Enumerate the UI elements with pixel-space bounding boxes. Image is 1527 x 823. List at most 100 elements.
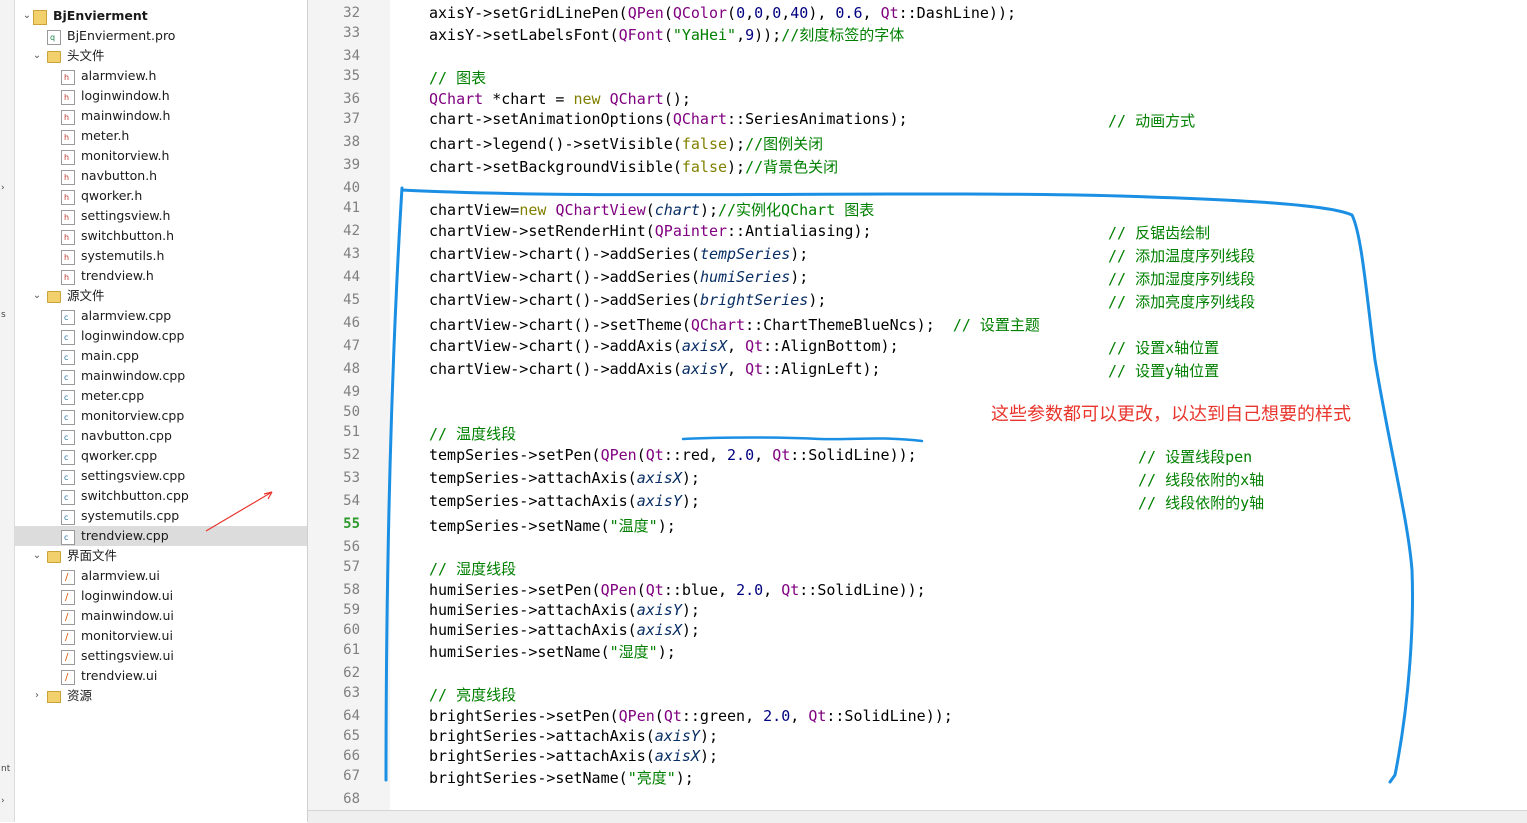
- trailing-comment: // 设置线段pen: [1138, 448, 1253, 466]
- red-annotation-text: 这些参数都可以更改，以达到自己想要的样式: [991, 404, 1351, 425]
- tree-item-settingsview-cpp[interactable]: settingsview.cpp: [15, 466, 307, 488]
- tree-item-monitorview-ui[interactable]: monitorview.ui: [15, 626, 307, 648]
- chevron-down-icon[interactable]: ⌄: [31, 46, 43, 66]
- line-number: 38: [343, 134, 360, 150]
- code-line[interactable]: QChart *chart = new QChart();: [429, 90, 691, 108]
- trailing-comment: // 添加温度序列线段: [1108, 247, 1256, 265]
- tree-item-switchbutton-cpp[interactable]: switchbutton.cpp: [15, 486, 307, 508]
- code-line[interactable]: humiSeries->attachAxis(axisY);: [429, 601, 700, 619]
- chevron-down-icon[interactable]: ⌄: [31, 546, 43, 566]
- tree-item-label: monitorview.cpp: [81, 408, 185, 423]
- tree-item-bjenvierment-pro[interactable]: BjEnvierment.pro: [15, 26, 307, 48]
- code-line[interactable]: chartView->chart()->addSeries(tempSeries…: [429, 245, 808, 263]
- tree-item-meter-cpp[interactable]: meter.cpp: [15, 386, 307, 408]
- code-line[interactable]: chart->setAnimationOptions(QChart::Serie…: [429, 110, 908, 128]
- left-strip-arrow-icon-2[interactable]: ›: [1, 796, 5, 806]
- tree-item-alarmview-cpp[interactable]: alarmview.cpp: [15, 306, 307, 328]
- tree-item-settingsview-h[interactable]: settingsview.h: [15, 206, 307, 228]
- tree-item-systemutils-h[interactable]: systemutils.h: [15, 246, 307, 268]
- tree-item-label: monitorview.h: [81, 148, 170, 163]
- line-number: 57: [343, 559, 360, 575]
- tree-item-mainwindow-h[interactable]: mainwindow.h: [15, 106, 307, 128]
- tree-item-label: main.cpp: [81, 348, 139, 363]
- tree-item-loginwindow-cpp[interactable]: loginwindow.cpp: [15, 326, 307, 348]
- code-line[interactable]: brightSeries->attachAxis(axisY);: [429, 727, 718, 745]
- code-line[interactable]: tempSeries->setName("温度");: [429, 515, 676, 536]
- tree-item-label: BjEnvierment: [53, 8, 148, 23]
- code-line[interactable]: chartView->chart()->addSeries(brightSeri…: [429, 291, 826, 309]
- code-line[interactable]: tempSeries->setPen(QPen(Qt::red, 2.0, Qt…: [429, 446, 917, 464]
- tree-folder-item[interactable]: ⌄ 头文件: [15, 46, 307, 66]
- line-number: 36: [343, 91, 360, 107]
- left-strip-arrow-icon[interactable]: ›: [1, 183, 5, 193]
- code-line[interactable]: chartView->chart()->addAxis(axisY, Qt::A…: [429, 360, 881, 378]
- cpp-file-icon: [61, 388, 75, 408]
- code-editor[interactable]: 32 33 34 35 36 37 38 39 40 41 42 43 44 45 46 47 48 49 50 51…: [308, 0, 1527, 822]
- line-number: 67: [343, 768, 360, 784]
- header-file-icon: [61, 188, 75, 208]
- tree-item-settingsview-ui[interactable]: settingsview.ui: [15, 646, 307, 668]
- header-file-icon: [61, 88, 75, 108]
- code-line[interactable]: // 亮度线段: [429, 684, 516, 705]
- tree-folder-item[interactable]: ⌄ 源文件: [15, 286, 307, 306]
- code-line[interactable]: brightSeries->setPen(QPen(Qt::green, 2.0…: [429, 707, 953, 725]
- tree-item-label: alarmview.h: [81, 68, 157, 83]
- tree-item-alarmview-ui[interactable]: alarmview.ui: [15, 566, 307, 588]
- tree-item-meter-h[interactable]: meter.h: [15, 126, 307, 148]
- code-line[interactable]: brightSeries->setName("亮度");: [429, 767, 694, 788]
- code-line[interactable]: // 湿度线段: [429, 558, 516, 579]
- pro-file-icon: [47, 28, 61, 48]
- tree-item-qworker-h[interactable]: qworker.h: [15, 186, 307, 208]
- code-line[interactable]: tempSeries->attachAxis(axisX);: [429, 469, 700, 487]
- code-line[interactable]: tempSeries->attachAxis(axisY);: [429, 492, 700, 510]
- code-line[interactable]: chart->legend()->setVisible(false);//图例关…: [429, 133, 823, 154]
- tree-item-qworker-cpp[interactable]: qworker.cpp: [15, 446, 307, 468]
- code-line[interactable]: chartView->chart()->setTheme(QChart::Cha…: [429, 314, 1040, 335]
- code-line[interactable]: chartView->setRenderHint(QPainter::Antia…: [429, 222, 872, 240]
- chevron-right-icon[interactable]: ›: [31, 686, 43, 706]
- tree-item-mainwindow-cpp[interactable]: mainwindow.cpp: [15, 366, 307, 388]
- trailing-comment: // 设置y轴位置: [1108, 362, 1220, 380]
- tree-item-navbutton-cpp[interactable]: navbutton.cpp: [15, 426, 307, 448]
- code-line[interactable]: chartView=new QChartView(chart);//实例化QCh…: [429, 199, 874, 220]
- tree-item-monitorview-h[interactable]: monitorview.h: [15, 146, 307, 168]
- tree-item-label: 头文件: [67, 48, 105, 63]
- code-line[interactable]: axisY->setLabelsFont(QFont("YaHei",9));/…: [429, 24, 904, 45]
- cpp-file-icon: [61, 348, 75, 368]
- code-line[interactable]: chartView->chart()->addAxis(axisX, Qt::A…: [429, 337, 899, 355]
- chevron-down-icon[interactable]: ⌄: [31, 286, 43, 306]
- line-number: 34: [343, 48, 360, 64]
- tree-item-label: mainwindow.ui: [81, 608, 174, 623]
- tree-item-navbutton-h[interactable]: navbutton.h: [15, 166, 307, 188]
- code-line[interactable]: brightSeries->attachAxis(axisX);: [429, 747, 718, 765]
- tree-folder-item[interactable]: ⌄ 界面文件: [15, 546, 307, 566]
- tree-item-monitorview-cpp[interactable]: monitorview.cpp: [15, 406, 307, 428]
- tree-folder-item[interactable]: › 资源: [15, 686, 307, 706]
- tree-item-label: monitorview.ui: [81, 628, 173, 643]
- tree-item-trendview-cpp[interactable]: trendview.cpp: [15, 526, 307, 548]
- tree-item-switchbutton-h[interactable]: switchbutton.h: [15, 226, 307, 248]
- chevron-down-icon[interactable]: ⌄: [21, 6, 33, 26]
- line-number: 68: [343, 791, 360, 807]
- project-tree: ⌄ BjEnvierment BjEnvierment.pro ⌄ 头文件 alarmvi…: [15, 0, 308, 822]
- code-line[interactable]: // 温度线段: [429, 423, 516, 444]
- code-line[interactable]: humiSeries->setName("湿度");: [429, 641, 676, 662]
- code-line[interactable]: // 图表: [429, 67, 486, 88]
- tree-item-loginwindow-ui[interactable]: loginwindow.ui: [15, 586, 307, 608]
- trailing-comment: // 设置x轴位置: [1108, 339, 1220, 357]
- tree-item-bjenvierment[interactable]: ⌄ BjEnvierment: [15, 6, 307, 26]
- tree-item-mainwindow-ui[interactable]: mainwindow.ui: [15, 606, 307, 628]
- tree-item-alarmview-h[interactable]: alarmview.h: [15, 66, 307, 88]
- ui-file-icon: [61, 608, 75, 628]
- code-line[interactable]: axisY->setGridLinePen(QPen(QColor(0,0,0,…: [429, 4, 1016, 22]
- tree-item-main-cpp[interactable]: main.cpp: [15, 346, 307, 368]
- tree-item-loginwindow-h[interactable]: loginwindow.h: [15, 86, 307, 108]
- code-line[interactable]: humiSeries->setPen(QPen(Qt::blue, 2.0, Q…: [429, 581, 926, 599]
- tree-item-trendview-h[interactable]: trendview.h: [15, 266, 307, 288]
- code-line[interactable]: humiSeries->attachAxis(axisX);: [429, 621, 700, 639]
- tree-item-trendview-ui[interactable]: trendview.ui: [15, 666, 307, 688]
- tree-item-systemutils-cpp[interactable]: systemutils.cpp: [15, 506, 307, 528]
- code-line[interactable]: chart->setBackgroundVisible(false);//背景色…: [429, 156, 838, 177]
- editor-bottom-scrollbar[interactable]: [308, 810, 1527, 823]
- code-line[interactable]: chartView->chart()->addSeries(humiSeries…: [429, 268, 808, 286]
